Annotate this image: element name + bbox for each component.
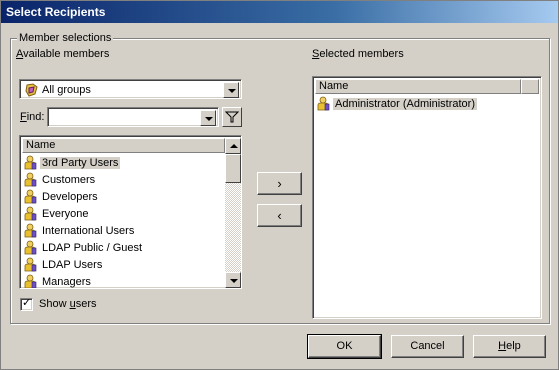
user-icon [24,274,37,288]
scroll-down-button[interactable] [225,272,241,288]
user-icon [317,96,330,110]
available-member-item[interactable]: 3rd Party Users [24,155,121,172]
select-recipients-dialog: Select Recipients Member selections Avai… [0,0,559,370]
chevron-down-icon [228,89,236,93]
available-member-item-label: Managers [42,276,91,288]
user-icon [24,223,37,237]
member-selections-legend: Member selections [17,32,114,44]
show-users-checkbox[interactable]: ✓ [20,297,33,311]
available-member-item-label: International Users [42,225,135,237]
user-icon [24,189,37,203]
available-member-item-label: Customers [42,174,96,186]
selected-member-item-label: Administrator (Administrator) [333,98,477,110]
available-member-item-label: 3rd Party Users [40,157,121,169]
group-filter-value: All groups [42,84,91,96]
available-member-item-label: Everyone [42,208,89,220]
user-icon [24,155,37,169]
available-list-scrollbar[interactable] [225,138,241,288]
user-icon [24,240,37,254]
available-member-item[interactable]: LDAP Public / Guest [24,240,144,257]
available-members-list[interactable]: Name 3rd Party Users Customers Developers E… [19,135,242,289]
title-bar: Select Recipients [1,1,558,23]
user-icon [24,172,37,186]
selected-members-label: Selected members [312,48,404,60]
remove-member-button[interactable]: ‹ [257,204,302,227]
chevron-down-icon [230,279,238,283]
user-icon [24,257,37,271]
available-name-column-header[interactable]: Name [22,138,225,153]
chevron-up-icon [230,144,238,148]
selected-name-column-header[interactable]: Name [315,79,521,94]
available-member-item[interactable]: International Users [24,223,136,240]
find-input[interactable] [47,107,219,127]
available-member-item-label: Developers [42,191,98,203]
available-member-item[interactable]: Managers [24,274,93,288]
selected-member-item[interactable]: Administrator (Administrator) [317,96,477,113]
window-title: Select Recipients [6,5,106,19]
available-member-item-label: LDAP Users [42,259,103,271]
available-members-label: Available members [16,48,110,60]
help-button[interactable]: Help [473,335,546,358]
available-member-item[interactable]: LDAP Users [24,257,104,274]
ok-button[interactable]: OK [307,334,382,359]
filter-button[interactable] [222,107,242,127]
group-filter-dropdown-button[interactable] [223,82,239,98]
available-member-item[interactable]: Everyone [24,206,90,223]
cancel-button[interactable]: Cancel [391,335,464,358]
user-icon [24,206,37,220]
filter-icon [225,111,239,123]
find-label: Find: [20,111,45,123]
checkmark-icon: ✓ [22,297,32,309]
available-member-item-label: LDAP Public / Guest [42,242,143,254]
scroll-up-button[interactable] [225,138,241,154]
available-member-item[interactable]: Developers [24,189,100,206]
scroll-thumb[interactable] [225,154,241,183]
available-member-item[interactable]: Customers [24,172,97,189]
show-users-label[interactable]: Show users [39,298,96,310]
group-icon [25,83,38,97]
selected-members-list[interactable]: Name Administrator (Administrator) [312,76,542,319]
find-dropdown-button[interactable] [200,110,216,126]
selected-header-filler [521,79,539,94]
add-member-button[interactable]: › [257,172,302,195]
chevron-down-icon [205,117,213,121]
group-filter-dropdown[interactable]: All groups [19,79,242,99]
